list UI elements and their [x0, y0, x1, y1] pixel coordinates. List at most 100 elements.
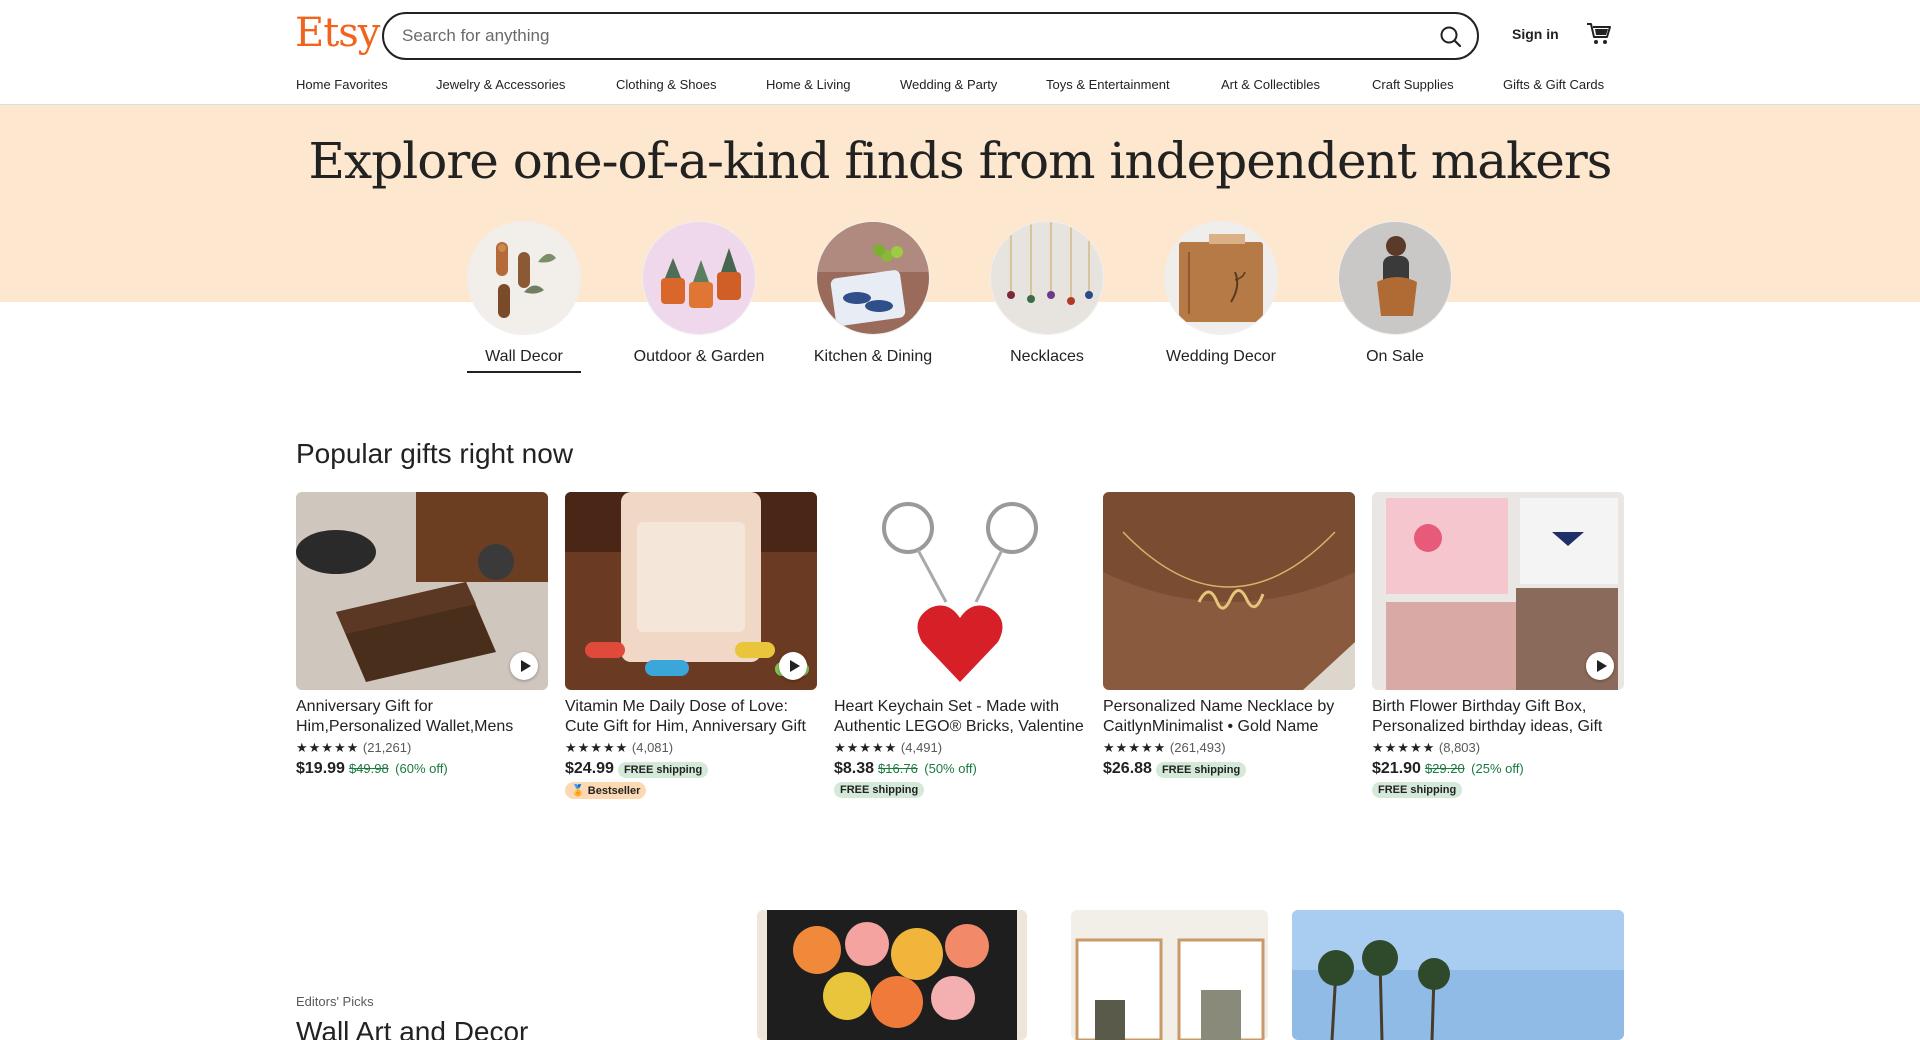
- original-price: $49.98: [348, 761, 389, 776]
- product-card[interactable]: Anniversary Gift for Him,Personalized Wa…: [296, 492, 548, 778]
- editors-pick-art-3[interactable]: [1292, 910, 1624, 1040]
- free-shipping-badge: FREE shipping: [1155, 762, 1247, 778]
- nav-craft-supplies[interactable]: Craft Supplies: [1372, 77, 1454, 92]
- price-row: $26.88 FREE shipping: [1103, 760, 1355, 778]
- discount: (25% off): [1471, 761, 1524, 776]
- star-rating-icon: ★★★★★: [834, 740, 898, 755]
- product-title: Birth Flower Birthday Gift Box, Personal…: [1372, 698, 1603, 735]
- review-count: (261,493): [1169, 740, 1226, 755]
- play-video-button[interactable]: [779, 652, 807, 680]
- price: $19.99: [296, 760, 345, 777]
- product-image: [1103, 492, 1355, 690]
- nav-home-favorites[interactable]: Home Favorites: [296, 77, 388, 92]
- necklaces-image: [990, 221, 1104, 335]
- category-outdoor-garden[interactable]: Outdoor & Garden: [614, 221, 784, 367]
- cart-icon: [1587, 23, 1611, 44]
- nav-gifts-gift-cards[interactable]: Gifts & Gift Cards: [1503, 77, 1604, 92]
- product-image: [834, 492, 1086, 690]
- category-label: On Sale: [1366, 348, 1424, 365]
- review-count: (4,081): [631, 740, 674, 755]
- play-video-button[interactable]: [510, 652, 538, 680]
- nav-clothing-shoes[interactable]: Clothing & Shoes: [616, 77, 716, 92]
- nav-toys-entertainment[interactable]: Toys & Entertainment: [1046, 77, 1170, 92]
- outdoor-garden-image: [642, 221, 756, 335]
- star-rating-icon: ★★★★★: [565, 740, 629, 755]
- search-bar: [382, 12, 1479, 60]
- review-count: (4,491): [900, 740, 943, 755]
- sign-in-link[interactable]: Sign in: [1512, 26, 1559, 42]
- product-title: Personalized Name Necklace by CaitlynMin…: [1103, 698, 1335, 735]
- review-count: (8,803): [1438, 740, 1481, 755]
- category-nav: Home Favorites Jewelry & Accessories Clo…: [296, 77, 1616, 97]
- rating: ★★★★★ (4,491): [834, 740, 1086, 756]
- product-title: Anniversary Gift for Him,Personalized Wa…: [296, 698, 514, 735]
- category-wedding-decor[interactable]: Wedding Decor: [1136, 221, 1306, 367]
- price-row: $24.99 FREE shipping: [565, 760, 817, 778]
- nav-jewelry-accessories[interactable]: Jewelry & Accessories: [436, 77, 565, 92]
- category-label: Wall Decor: [485, 348, 563, 365]
- kitchen-dining-image: [816, 221, 930, 335]
- original-price: $16.76: [878, 761, 918, 776]
- nav-home-living[interactable]: Home & Living: [766, 77, 851, 92]
- cart-button[interactable]: [1585, 20, 1613, 48]
- price: $21.90: [1372, 760, 1421, 777]
- bestseller-badge: 🏅 Bestseller: [565, 782, 647, 799]
- category-kitchen-dining[interactable]: Kitchen & Dining: [788, 221, 958, 367]
- product-card[interactable]: Personalized Name Necklace by CaitlynMin…: [1103, 492, 1355, 778]
- category-label: Necklaces: [1010, 348, 1084, 365]
- discount: (60% off): [395, 761, 448, 776]
- discount: (50% off): [924, 761, 977, 776]
- price-row: $19.99 $49.98 (60% off): [296, 760, 548, 778]
- free-shipping-badge: FREE shipping: [834, 782, 925, 798]
- product-card[interactable]: Birth Flower Birthday Gift Box, Personal…: [1372, 492, 1624, 798]
- search-button[interactable]: [1435, 21, 1467, 53]
- editors-pick-art-1[interactable]: [757, 910, 1027, 1040]
- category-necklaces[interactable]: Necklaces: [962, 221, 1132, 367]
- wall-decor-image: [467, 221, 581, 335]
- product-title: Heart Keychain Set - Made with Authentic…: [834, 698, 1084, 735]
- product-card[interactable]: Vitamin Me Daily Dose of Love: Cute Gift…: [565, 492, 817, 799]
- active-underline: [467, 371, 581, 373]
- on-sale-image: [1338, 221, 1452, 335]
- editors-pick-art-2[interactable]: [1071, 910, 1268, 1040]
- review-count: (21,261): [362, 740, 412, 755]
- original-price: $29.20: [1424, 761, 1465, 776]
- price: $8.38: [834, 760, 875, 777]
- nav-wedding-party[interactable]: Wedding & Party: [900, 77, 997, 92]
- product-image: [565, 492, 817, 690]
- star-rating-icon: ★★★★★: [1372, 740, 1436, 755]
- free-shipping-badge: FREE shipping: [1372, 782, 1463, 798]
- star-rating-icon: ★★★★★: [1103, 740, 1167, 755]
- category-on-sale[interactable]: On Sale: [1310, 221, 1480, 367]
- star-rating-icon: ★★★★★: [296, 740, 360, 755]
- category-label: Wedding Decor: [1166, 348, 1276, 365]
- price: $24.99: [565, 760, 614, 777]
- price-row: $8.38 $16.76 (50% off): [834, 760, 1086, 778]
- editors-picks-title: Wall Art and Decor: [296, 1016, 529, 1040]
- category-label: Outdoor & Garden: [633, 348, 765, 365]
- product-image: [1372, 492, 1624, 690]
- hero-title: Explore one-of-a-kind finds from indepen…: [308, 132, 1613, 190]
- product-image: [296, 492, 548, 690]
- price: $26.88: [1103, 760, 1152, 777]
- play-video-button[interactable]: [1586, 652, 1614, 680]
- search-icon: [1440, 26, 1462, 48]
- site-header: Etsy Sign in Home Favorites Jewelry & Ac…: [0, 0, 1920, 105]
- editors-picks-kicker: Editors' Picks: [296, 994, 374, 1009]
- wedding-decor-image: [1164, 221, 1278, 335]
- rating: ★★★★★ (21,261): [296, 740, 548, 756]
- etsy-logo[interactable]: Etsy: [295, 10, 380, 56]
- product-title: Vitamin Me Daily Dose of Love: Cute Gift…: [565, 698, 806, 735]
- rating: ★★★★★ (4,081): [565, 740, 817, 756]
- bestseller-label: Bestseller: [587, 785, 641, 797]
- popular-gifts-title: Popular gifts right now: [296, 438, 574, 469]
- product-card[interactable]: Heart Keychain Set - Made with Authentic…: [834, 492, 1086, 798]
- free-shipping-badge: FREE shipping: [617, 762, 709, 778]
- category-wall-decor[interactable]: Wall Decor: [439, 221, 609, 373]
- price-row: $21.90 $29.20 (25% off): [1372, 760, 1624, 778]
- nav-art-collectibles[interactable]: Art & Collectibles: [1221, 77, 1320, 92]
- category-label: Kitchen & Dining: [813, 348, 933, 365]
- rating: ★★★★★ (8,803): [1372, 740, 1624, 756]
- search-input[interactable]: [402, 24, 1352, 48]
- rating: ★★★★★ (261,493): [1103, 740, 1355, 756]
